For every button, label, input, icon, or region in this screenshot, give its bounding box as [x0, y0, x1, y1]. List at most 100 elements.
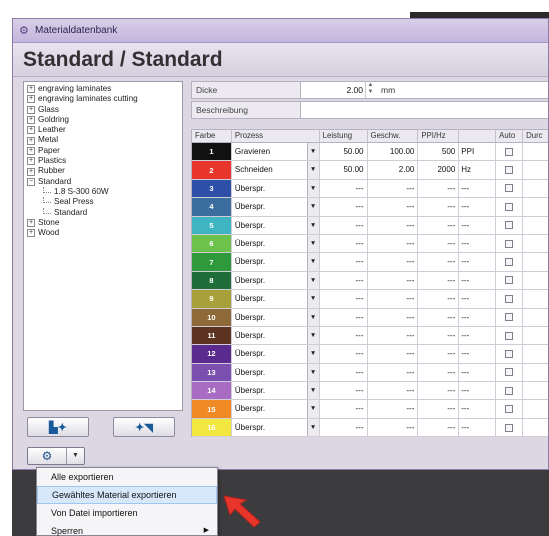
speed-cell[interactable]: --- [367, 308, 419, 327]
color-swatch[interactable]: 3 [192, 179, 231, 198]
auto-checkbox[interactable] [505, 313, 514, 322]
chevron-down-icon[interactable]: ▼ [306, 400, 319, 418]
table-row[interactable]: 13 Überspr. ▼ --- --- --- --- [192, 363, 548, 383]
auto-checkbox[interactable] [505, 276, 514, 285]
ppi-cell[interactable]: 500 [418, 143, 460, 162]
chevron-down-icon[interactable]: ▼ [306, 271, 319, 290]
power-cell[interactable]: --- [319, 326, 368, 346]
table-row[interactable]: 6 Überspr. ▼ --- --- --- --- [192, 234, 548, 254]
process-select[interactable]: Überspr. ▼ [231, 400, 320, 419]
power-cell[interactable]: --- [319, 271, 368, 291]
chevron-down-icon[interactable]: ▼ [306, 345, 319, 363]
color-cell[interactable]: 13 [192, 363, 232, 383]
ppi-cell[interactable]: --- [418, 234, 460, 254]
ppi-cell[interactable]: --- [418, 345, 460, 364]
power-cell[interactable]: --- [319, 363, 368, 383]
spinner-arrows-icon[interactable]: ▲ ▼ [365, 82, 375, 98]
passes-cell[interactable] [523, 253, 548, 272]
color-swatch[interactable]: 2 [192, 161, 231, 179]
tree-item[interactable]: + engraving laminates [27, 84, 179, 94]
tree-item[interactable]: + Paper [27, 146, 179, 156]
chevron-down-icon[interactable]: ▼ [66, 448, 84, 464]
chevron-down-icon[interactable]: ▼ [306, 179, 319, 198]
title-bar[interactable]: ⚙ Materialdatenbank [13, 19, 548, 43]
power-cell[interactable]: --- [319, 308, 368, 327]
process-select[interactable]: Überspr. ▼ [231, 290, 320, 309]
color-swatch[interactable]: 11 [192, 326, 231, 345]
auto-checkbox[interactable] [505, 166, 514, 175]
settings-menu-button[interactable]: ⚙ ▼ [27, 447, 85, 465]
passes-cell[interactable] [523, 198, 548, 217]
power-cell[interactable]: --- [319, 345, 368, 364]
table-row[interactable]: 11 Überspr. ▼ --- --- --- --- [192, 326, 548, 346]
passes-cell[interactable] [523, 345, 548, 364]
passes-cell[interactable] [523, 400, 548, 419]
process-select[interactable]: Überspr. ▼ [231, 345, 320, 364]
tree-item[interactable]: 1.8 S-300 60W [27, 187, 179, 197]
process-select[interactable]: Überspr. ▼ [231, 271, 320, 291]
ppi-cell[interactable]: --- [418, 308, 460, 327]
tree-item[interactable]: + Wood [27, 228, 179, 238]
col-header-auto[interactable]: Auto [496, 129, 524, 143]
passes-cell[interactable] [523, 143, 548, 162]
expand-icon[interactable]: + [27, 229, 35, 238]
color-cell[interactable]: 11 [192, 326, 232, 346]
auto-checkbox[interactable] [505, 239, 514, 248]
speed-cell[interactable]: --- [367, 418, 419, 438]
color-cell[interactable]: 10 [192, 308, 232, 327]
chevron-down-icon[interactable]: ▼ [306, 326, 319, 345]
auto-checkbox[interactable] [505, 147, 514, 156]
color-swatch[interactable]: 15 [192, 400, 231, 418]
chevron-down-icon[interactable]: ▼ [306, 290, 319, 308]
chevron-down-icon[interactable]: ▼ [306, 363, 319, 382]
chevron-down-icon[interactable]: ▼ [306, 161, 319, 179]
expand-icon[interactable]: + [27, 136, 35, 145]
color-swatch[interactable]: 13 [192, 363, 231, 382]
color-cell[interactable]: 4 [192, 198, 232, 217]
expand-icon[interactable]: + [27, 219, 35, 227]
color-swatch[interactable]: 9 [192, 290, 231, 308]
color-cell[interactable]: 3 [192, 179, 232, 199]
color-cell[interactable]: 12 [192, 345, 232, 364]
col-header-ppi-hz[interactable]: PPI/Hz [418, 129, 460, 143]
chevron-down-icon[interactable]: ▼ [306, 418, 319, 437]
speed-cell[interactable]: --- [367, 234, 419, 254]
power-cell[interactable]: --- [319, 234, 368, 254]
process-select[interactable]: Überspr. ▼ [231, 308, 320, 327]
tree-item[interactable]: + Metal [27, 135, 179, 145]
speed-cell[interactable]: --- [367, 326, 419, 346]
menu-item[interactable]: Gewähltes Material exportieren [37, 486, 217, 504]
tree-item[interactable]: + Glass [27, 105, 179, 115]
auto-checkbox[interactable] [505, 184, 514, 193]
color-cell[interactable]: 6 [192, 234, 232, 254]
menu-item[interactable]: Von Datei importieren [37, 504, 217, 522]
ppi-cell[interactable]: --- [418, 363, 460, 383]
passes-cell[interactable] [523, 234, 548, 254]
thickness-field[interactable]: 2.00 ▲ ▼ mm [301, 81, 548, 99]
ppi-cell[interactable]: --- [418, 326, 460, 346]
table-row[interactable]: 4 Überspr. ▼ --- --- --- --- [192, 198, 548, 217]
auto-checkbox[interactable] [505, 258, 514, 267]
table-row[interactable]: 7 Überspr. ▼ --- --- --- --- [192, 253, 548, 272]
add-folder-button[interactable]: ▙✦ [27, 417, 89, 437]
color-cell[interactable]: 7 [192, 253, 232, 272]
chevron-down-icon[interactable]: ▼ [306, 143, 319, 161]
color-swatch[interactable]: 7 [192, 253, 231, 271]
tree-item[interactable]: − Standard [27, 177, 179, 187]
auto-checkbox[interactable] [505, 294, 514, 303]
passes-cell[interactable] [523, 418, 548, 438]
table-row[interactable]: 1 Gravieren ▼ 50.00 100.00 500 PPI [192, 143, 548, 162]
chevron-down-icon[interactable]: ▼ [306, 382, 319, 400]
table-row[interactable]: 10 Überspr. ▼ --- --- --- --- [192, 308, 548, 327]
col-header-power[interactable]: Leistung [319, 129, 368, 143]
process-select[interactable]: Überspr. ▼ [231, 418, 320, 438]
tree-item[interactable]: + engraving laminates cutting [27, 94, 179, 104]
process-select[interactable]: Überspr. ▼ [231, 253, 320, 272]
speed-cell[interactable]: --- [367, 179, 419, 199]
table-row[interactable]: 3 Überspr. ▼ --- --- --- --- [192, 179, 548, 199]
col-header-passes[interactable]: Durc [523, 129, 548, 143]
ppi-cell[interactable]: --- [418, 253, 460, 272]
chevron-down-icon[interactable]: ▼ [306, 216, 319, 234]
menu-item[interactable]: Sperren ▶ [37, 522, 217, 536]
color-cell[interactable]: 14 [192, 382, 232, 401]
